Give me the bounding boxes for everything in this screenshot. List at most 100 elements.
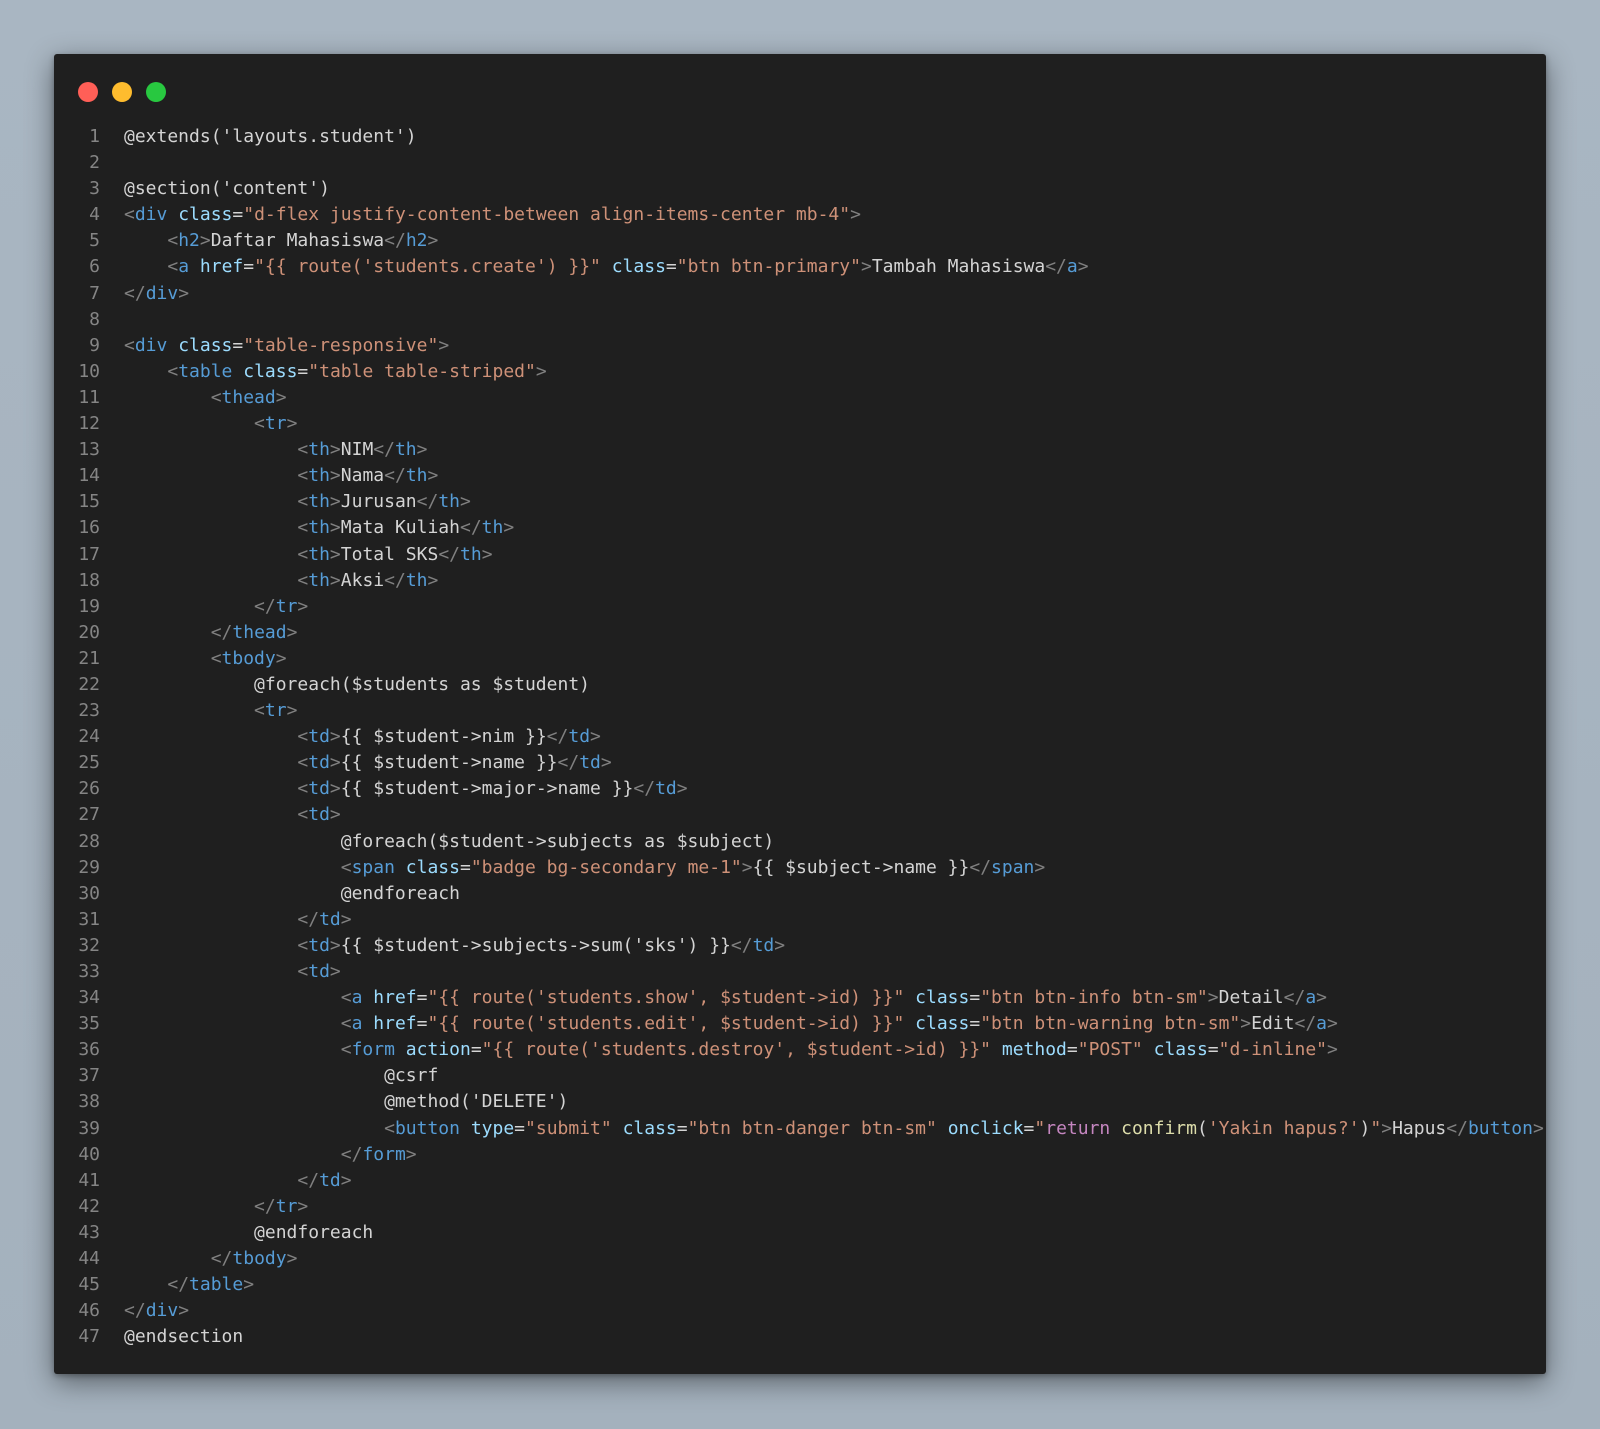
code-line: 3 @section('content')	[54, 176, 1546, 202]
maximize-dot-icon[interactable]	[146, 82, 166, 102]
line-source: <td>{{ $student->name }}</td>	[124, 750, 611, 776]
code-token: a	[351, 987, 363, 1009]
line-number: 17	[78, 543, 100, 565]
code-token: tr	[264, 700, 287, 722]
code-token: </	[340, 1143, 363, 1165]
code-token: >	[590, 726, 601, 748]
code-token: td	[319, 908, 341, 930]
code-line: 25 <td>{{ $student->name }}</td>	[54, 750, 1546, 776]
code-token: >	[199, 230, 211, 252]
line-number: 22	[78, 673, 100, 695]
code-token: <	[167, 230, 179, 252]
code-token: )	[1359, 1117, 1371, 1139]
code-token: "	[1370, 1117, 1382, 1139]
code-token: type	[470, 1117, 515, 1139]
code-token: </	[633, 778, 656, 800]
line-source: @method('DELETE')	[124, 1089, 568, 1115]
code-token: >	[460, 491, 471, 513]
line-source: </div>	[124, 1298, 189, 1324]
code-token: class	[405, 856, 460, 878]
code-token: <	[254, 413, 265, 435]
code-token: =	[514, 1117, 526, 1139]
line-source: <th>NIM</th>	[124, 437, 427, 463]
code-token: href	[199, 256, 244, 278]
code-token: =	[676, 1117, 688, 1139]
code-token: button	[1467, 1117, 1533, 1139]
line-source: <td>{{ $student->major->name }}</td>	[124, 776, 687, 802]
code-token: tbody	[232, 1248, 287, 1270]
minimize-dot-icon[interactable]	[112, 82, 132, 102]
code-line: 37 @csrf	[54, 1063, 1546, 1089]
code-token: =	[1207, 1039, 1219, 1061]
code-token: </	[124, 1300, 146, 1322]
code-token: <	[297, 543, 309, 565]
code-token: th	[460, 543, 482, 565]
code-token: th	[308, 491, 330, 513]
code-line: 19 </tr>	[54, 594, 1546, 620]
line-source: <a href="{{ route('students.create') }}"…	[124, 254, 1089, 280]
code-token: <	[340, 1039, 352, 1061]
code-token: >	[329, 543, 341, 565]
code-token: td	[568, 726, 591, 748]
code-token: </	[1294, 1013, 1317, 1035]
code-token: a	[351, 1013, 363, 1035]
line-source: <div class="d-flex justify-content-betwe…	[124, 202, 861, 228]
code-token: >	[340, 908, 352, 930]
code-token: >	[1381, 1117, 1393, 1139]
code-token: td	[308, 804, 330, 826]
line-source: @foreach($students as $student)	[124, 672, 590, 698]
code-line: 29 <span class="badge bg-secondary me-1"…	[54, 855, 1546, 881]
code-line: 43 @endforeach	[54, 1220, 1546, 1246]
code-token: >	[286, 621, 298, 643]
line-number: 3	[89, 178, 100, 200]
line-number: 24	[78, 726, 100, 748]
code-token: =	[416, 987, 428, 1009]
code-token: class	[243, 360, 298, 382]
code-token: >	[1207, 987, 1219, 1009]
code-token: >	[275, 386, 287, 408]
code-token: >	[850, 204, 861, 226]
code-token: >	[329, 726, 341, 748]
code-token: div	[134, 334, 168, 356]
code-token: <	[124, 204, 135, 226]
line-source: </thead>	[124, 620, 298, 646]
code-token: @section('content')	[124, 178, 330, 200]
code-token: =	[243, 256, 255, 278]
code-token: >	[1316, 987, 1328, 1009]
code-token: "{{ route('students.destroy', $student->…	[481, 1039, 992, 1061]
code-token: "{{ route('students.create') }}"	[254, 256, 601, 278]
close-dot-icon[interactable]	[78, 82, 98, 102]
line-source: </div>	[124, 281, 189, 307]
code-token: a	[1066, 256, 1078, 278]
line-source: <th>Total SKS</th>	[124, 542, 492, 568]
line-number: 19	[78, 595, 100, 617]
code-token: @foreach($students as $student)	[254, 673, 590, 695]
line-source: <a href="{{ route('students.edit', $stud…	[124, 1011, 1338, 1037]
code-line: 30 @endforeach	[54, 881, 1546, 907]
code-line: 45 </table>	[54, 1272, 1546, 1298]
code-token: th	[308, 439, 330, 461]
line-source: <th>Nama</th>	[124, 463, 438, 489]
line-number: 16	[78, 517, 100, 539]
code-token: </	[557, 752, 580, 774]
code-line: 34 <a href="{{ route('students.show', $s…	[54, 985, 1546, 1011]
code-token: th	[308, 543, 330, 565]
line-source: <table class="table table-striped">	[124, 359, 546, 385]
code-token: th	[308, 465, 330, 487]
code-token: </	[210, 621, 233, 643]
code-token: Tambah Mahasiswa	[871, 256, 1046, 278]
code-line: 32 <td>{{ $student->subjects->sum('sks')…	[54, 933, 1546, 959]
code-token: >	[1077, 256, 1089, 278]
code-line: 36 <form action="{{ route('students.dest…	[54, 1037, 1546, 1063]
line-number: 6	[89, 256, 100, 278]
